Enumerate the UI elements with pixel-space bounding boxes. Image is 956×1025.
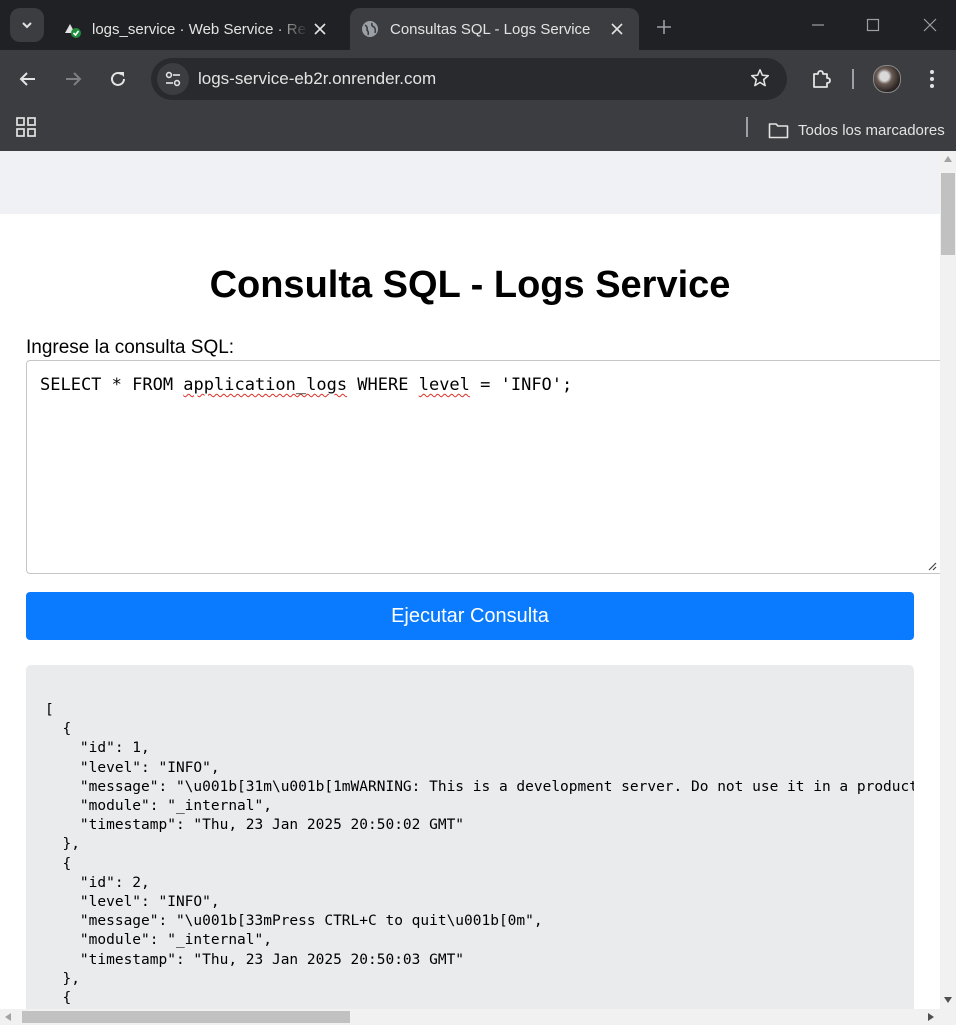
sql-query-text: SELECT * FROM application_logs WHERE lev… xyxy=(40,375,573,395)
sql-prompt-label: Ingrese la consulta SQL: xyxy=(26,337,235,358)
scrollbar-corner xyxy=(940,1009,956,1025)
vertical-scrollbar[interactable] xyxy=(940,151,956,1009)
forward-button[interactable] xyxy=(56,62,90,96)
close-tab-icon[interactable] xyxy=(308,17,332,41)
close-tab-icon[interactable] xyxy=(605,17,629,41)
all-bookmarks-label: Todos los marcadores xyxy=(798,121,945,139)
sql-query-textarea[interactable]: SELECT * FROM application_logs WHERE lev… xyxy=(26,360,940,574)
url-text: logs-service-eb2r.onrender.com xyxy=(198,69,437,88)
reload-button[interactable] xyxy=(101,62,135,96)
address-bar[interactable]: logs-service-eb2r.onrender.com xyxy=(151,58,787,100)
close-window-button[interactable] xyxy=(908,10,952,40)
execute-query-button[interactable]: Ejecutar Consulta xyxy=(26,592,914,640)
arrow-right-icon xyxy=(66,72,82,86)
bookmarks-separator xyxy=(746,117,748,137)
avatar xyxy=(873,65,901,93)
scroll-right-arrow-icon[interactable] xyxy=(928,1013,934,1021)
misspelled-word: application_logs xyxy=(183,375,348,395)
kebab-menu-icon xyxy=(930,70,934,88)
horizontal-scroll-thumb[interactable] xyxy=(22,1011,350,1023)
tab-search-button[interactable] xyxy=(10,8,44,42)
toolbar-separator xyxy=(852,69,854,89)
maximize-button[interactable] xyxy=(851,10,895,40)
top-band xyxy=(0,151,940,214)
plus-icon xyxy=(657,20,671,34)
tab-consultas-sql[interactable]: Consultas SQL - Logs Service xyxy=(350,8,639,50)
close-icon xyxy=(923,18,937,32)
tab-title: Consultas SQL - Logs Service xyxy=(390,20,591,38)
site-info-button[interactable] xyxy=(157,63,189,95)
folder-icon xyxy=(768,122,789,138)
new-tab-button[interactable] xyxy=(650,13,678,41)
tab-strip: logs_service · Web Service · Re Consulta… xyxy=(0,0,956,50)
menu-button[interactable] xyxy=(915,62,949,96)
scroll-down-arrow-icon[interactable] xyxy=(944,997,952,1003)
all-bookmarks-button[interactable]: Todos los marcadores xyxy=(768,117,945,143)
maximize-icon xyxy=(866,18,880,32)
render-check-icon xyxy=(65,24,81,38)
apps-grid-icon[interactable] xyxy=(15,116,37,143)
query-result-panel: [ { "id": 1, "level": "INFO", "message":… xyxy=(26,665,914,1009)
bookmark-star-icon[interactable] xyxy=(749,67,771,94)
bookmarks-bar: Todos los marcadores xyxy=(0,108,956,151)
extensions-button[interactable] xyxy=(804,62,838,96)
misspelled-word: level xyxy=(418,375,470,395)
arrow-left-icon xyxy=(19,72,35,86)
page-title: Consulta SQL - Logs Service xyxy=(209,264,731,306)
query-result-json: [ { "id": 1, "level": "INFO", "message":… xyxy=(45,702,914,1007)
tab-logs-service[interactable]: logs_service · Web Service · Re xyxy=(52,8,342,50)
puzzle-icon xyxy=(813,70,831,88)
scroll-up-arrow-icon[interactable] xyxy=(944,156,952,162)
browser-toolbar: logs-service-eb2r.onrender.com xyxy=(0,50,956,108)
vertical-scroll-thumb[interactable] xyxy=(941,173,955,255)
tune-icon xyxy=(165,71,181,87)
reload-icon xyxy=(111,71,125,86)
minimize-button[interactable] xyxy=(796,10,840,40)
back-button[interactable] xyxy=(11,62,45,96)
scroll-left-arrow-icon[interactable] xyxy=(5,1013,11,1021)
tab-title: logs_service · Web Service · Re xyxy=(92,20,306,38)
minimize-icon xyxy=(812,24,824,26)
profile-button[interactable] xyxy=(870,62,904,96)
horizontal-scrollbar[interactable] xyxy=(0,1009,940,1025)
resize-handle-icon[interactable] xyxy=(927,561,937,571)
globe-icon xyxy=(362,21,378,37)
page-viewport: Consulta SQL - Logs Service Ingrese la c… xyxy=(0,151,940,1009)
chevron-down-icon xyxy=(22,22,32,29)
